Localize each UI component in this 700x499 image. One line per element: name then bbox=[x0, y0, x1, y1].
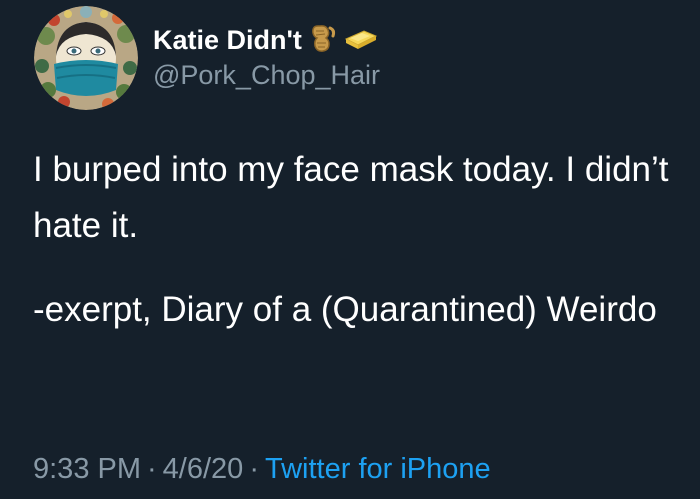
separator: · bbox=[249, 453, 259, 485]
author-handle[interactable]: @Pork_Chop_Hair bbox=[153, 60, 380, 91]
tweet: Katie Didn't @Pork_Chop_Hair I burped in… bbox=[0, 0, 700, 499]
avatar[interactable] bbox=[34, 6, 138, 110]
tweet-time[interactable]: 9:33 PM bbox=[33, 453, 141, 485]
tweet-paragraph: I burped into my face mask today. I didn… bbox=[33, 150, 669, 245]
tweet-paragraph: -exerpt, Diary of a (Quarantined) Weirdo bbox=[33, 290, 657, 329]
peanut-icon bbox=[308, 22, 338, 59]
tweet-source-link[interactable]: Twitter for iPhone bbox=[265, 453, 491, 485]
avatar-image bbox=[34, 6, 138, 110]
separator: · bbox=[147, 453, 157, 485]
author-name-row[interactable]: Katie Didn't bbox=[153, 22, 378, 58]
author-display-name[interactable]: Katie Didn't bbox=[153, 25, 302, 56]
tweet-metadata: 9:33 PM · 4/6/20 · Twitter for iPhone bbox=[33, 453, 491, 486]
butter-icon bbox=[344, 25, 378, 56]
tweet-date[interactable]: 4/6/20 bbox=[163, 453, 244, 485]
